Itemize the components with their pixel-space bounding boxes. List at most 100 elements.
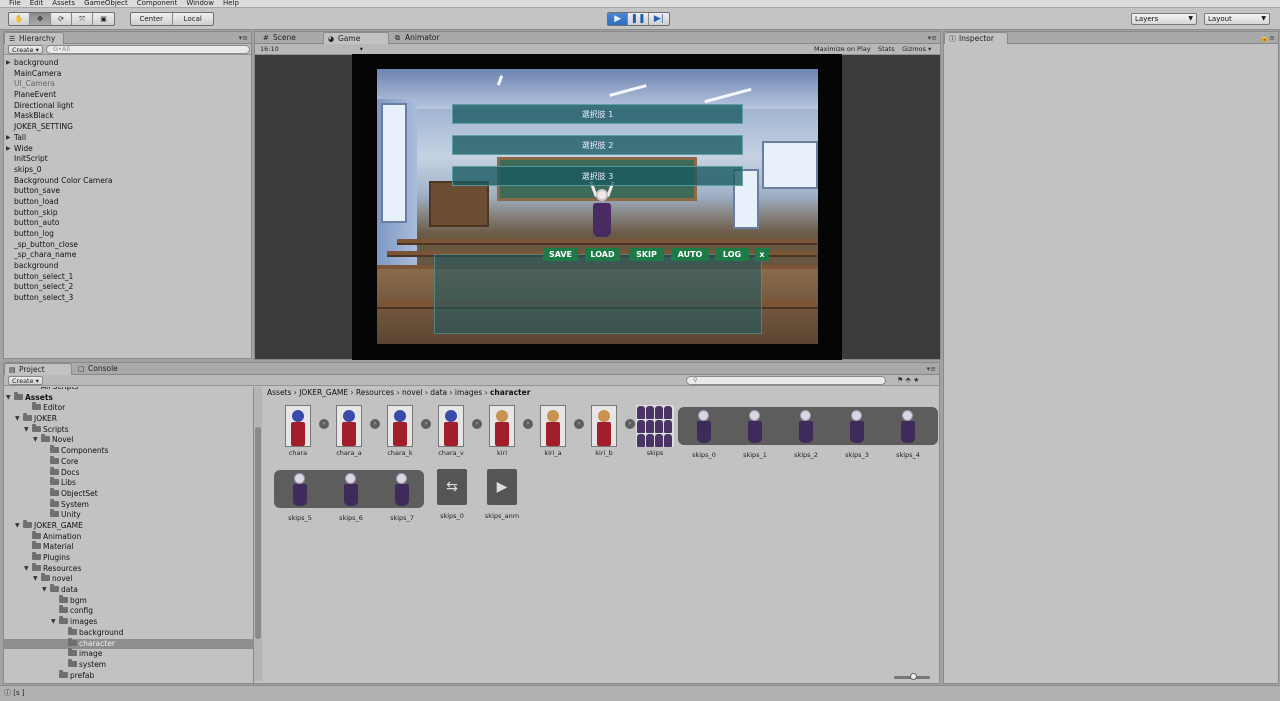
pivot-local-button[interactable]: Local xyxy=(173,13,214,25)
hierarchy-item[interactable]: _sp_button_close xyxy=(4,240,251,251)
folder-item[interactable]: bgm xyxy=(4,594,253,607)
breadcrumb-item[interactable]: images xyxy=(455,388,482,397)
project-create-button[interactable]: Create ▾ xyxy=(8,376,43,385)
folder-item[interactable]: ▼ Novel xyxy=(4,434,253,446)
menu-item-file[interactable]: File xyxy=(9,0,21,7)
folder-item[interactable]: Editor xyxy=(4,402,253,414)
choice-button-2[interactable]: 選択肢 2 xyxy=(452,135,743,155)
folder-item[interactable]: Plugins xyxy=(4,552,253,564)
menu-item-edit[interactable]: Edit xyxy=(30,0,44,7)
layout-dropdown[interactable]: Layout ▼ xyxy=(1204,13,1270,25)
folder-item[interactable]: Libs xyxy=(4,477,253,489)
project-search-input[interactable]: ⚲ xyxy=(686,376,886,385)
panel-menu-icon[interactable]: ▾≡ xyxy=(928,34,937,42)
tab-inspector[interactable]: ⓘ Inspector xyxy=(944,32,1008,44)
folder-item[interactable]: system xyxy=(4,658,253,671)
folder-item[interactable]: ▼ images xyxy=(4,616,253,628)
expand-arrow-icon[interactable]: ▼ xyxy=(33,574,38,585)
expand-sprite-icon[interactable]: › xyxy=(625,419,635,429)
sprite-frame[interactable] xyxy=(290,471,310,507)
expand-sprite-icon[interactable]: › xyxy=(574,419,584,429)
hierarchy-item[interactable]: ▶ Wide xyxy=(4,144,251,155)
menu-item-gameobject[interactable]: GameObject xyxy=(84,0,128,7)
expand-arrow-icon[interactable]: ▶ xyxy=(6,58,11,69)
folder-item[interactable]: ▼ Assets xyxy=(4,391,253,404)
asset-tile[interactable]: chara_a xyxy=(329,405,369,457)
tab-game[interactable]: ◕ Game xyxy=(323,32,389,44)
hierarchy-item[interactable]: MainCamera xyxy=(4,69,251,80)
breadcrumb-item[interactable]: novel xyxy=(402,388,422,397)
asset-tile[interactable]: kiri_a xyxy=(533,405,573,457)
breadcrumb-item[interactable]: Resources xyxy=(356,388,394,397)
folder-item[interactable]: ObjectSet xyxy=(4,487,253,500)
hierarchy-search-input[interactable]: G•All xyxy=(46,45,250,54)
menu-item-window[interactable]: Window xyxy=(186,0,214,7)
expand-sprite-icon[interactable]: › xyxy=(523,419,533,429)
choice-button-3[interactable]: 選択肢 3 xyxy=(452,166,743,186)
hierarchy-item[interactable]: Background Color Camera xyxy=(4,176,251,187)
folder-item[interactable]: System xyxy=(4,498,253,511)
pause-button-icon[interactable]: ❚❚ xyxy=(628,13,649,25)
stats-toggle[interactable]: Stats xyxy=(875,45,898,54)
expand-arrow-icon[interactable]: ▼ xyxy=(33,435,38,446)
tab-hierarchy[interactable]: ☰ Hierarchy xyxy=(4,32,64,44)
zoom-slider-thumb[interactable] xyxy=(910,673,917,680)
panel-menu-icon[interactable]: ▾≡ xyxy=(927,365,936,373)
maximize-on-play-toggle[interactable]: Maximize on Play xyxy=(811,45,874,54)
hierarchy-item[interactable]: ▶ Tall xyxy=(4,133,251,144)
layers-dropdown[interactable]: Layers ▼ xyxy=(1131,13,1197,25)
step-button-icon[interactable]: ▶| xyxy=(649,13,669,25)
hierarchy-item[interactable]: button_select_1 xyxy=(4,272,251,283)
lock-icon[interactable]: 🔒≡ xyxy=(1260,34,1275,42)
folder-item[interactable]: ▼ data xyxy=(4,584,253,596)
asset-tile[interactable]: ▶ skips_anm xyxy=(482,469,522,520)
tab-animator[interactable]: ⧉ Animator xyxy=(391,32,469,44)
folder-item[interactable]: Core xyxy=(4,455,253,468)
hierarchy-create-button[interactable]: Create ▾ xyxy=(8,45,43,54)
asset-tile[interactable]: chara_k xyxy=(380,405,420,457)
save-button[interactable]: SAVE xyxy=(543,248,578,261)
asset-tile[interactable]: chara xyxy=(278,405,318,457)
menu-item-component[interactable]: Component xyxy=(137,0,178,7)
hand-tool-icon[interactable]: ✋ xyxy=(9,13,30,25)
asset-tile[interactable]: ⇆ skips_0 xyxy=(432,469,472,520)
hierarchy-item[interactable]: UI_Camera xyxy=(4,79,251,90)
hierarchy-item[interactable]: skips_0 xyxy=(4,165,251,176)
expand-sprite-icon[interactable]: › xyxy=(370,419,380,429)
tab-console[interactable]: ▢ Console xyxy=(74,363,134,375)
folder-item[interactable]: Components xyxy=(4,445,253,457)
asset-tile-skips[interactable]: skips xyxy=(635,405,675,457)
sprite-frame[interactable] xyxy=(898,408,918,444)
play-button-icon[interactable]: ▶ xyxy=(608,13,629,25)
expand-arrow-icon[interactable]: ▼ xyxy=(51,617,56,628)
hierarchy-item[interactable]: PlaneEvent xyxy=(4,90,251,101)
expand-sprite-icon[interactable]: › xyxy=(319,419,329,429)
filter-icons[interactable]: ⚑ ⬘ ★ xyxy=(897,376,919,384)
expand-arrow-icon[interactable]: ▼ xyxy=(15,521,20,532)
tree-scrollbar[interactable] xyxy=(254,387,262,681)
folder-item[interactable]: ▼ novel xyxy=(4,573,253,585)
tab-scene[interactable]: # Scene xyxy=(259,32,323,44)
hierarchy-item[interactable]: button_select_3 xyxy=(4,293,251,304)
folder-item[interactable]: config xyxy=(4,605,253,617)
pivot-center-button[interactable]: Center xyxy=(131,13,173,25)
expand-arrow-icon[interactable]: ▼ xyxy=(15,414,20,425)
sprite-frame[interactable] xyxy=(341,471,361,507)
tree-scrollbar-thumb[interactable] xyxy=(255,427,261,639)
asset-tile[interactable]: chara_v xyxy=(431,405,471,457)
folder-item[interactable]: Docs xyxy=(4,466,253,479)
hierarchy-item[interactable]: JOKER_SETTING xyxy=(4,122,251,133)
asset-tile[interactable]: kiri_b xyxy=(584,405,624,457)
expand-sprite-icon[interactable]: › xyxy=(421,419,431,429)
folder-item[interactable]: Material xyxy=(4,541,253,553)
asset-tile[interactable]: kiri xyxy=(482,405,522,457)
gizmos-dropdown[interactable]: Gizmos ▾ xyxy=(899,45,934,54)
hierarchy-item[interactable]: button_log xyxy=(4,229,251,240)
load-button[interactable]: LOAD xyxy=(585,248,620,261)
folder-item[interactable]: Animation xyxy=(4,530,253,543)
rotate-tool-icon[interactable]: ⟳ xyxy=(51,13,72,25)
breadcrumb-item[interactable]: Assets xyxy=(267,388,291,397)
folder-item[interactable]: image xyxy=(4,648,253,660)
folder-item[interactable]: Unity xyxy=(4,509,253,521)
hierarchy-item[interactable]: button_skip xyxy=(4,208,251,219)
